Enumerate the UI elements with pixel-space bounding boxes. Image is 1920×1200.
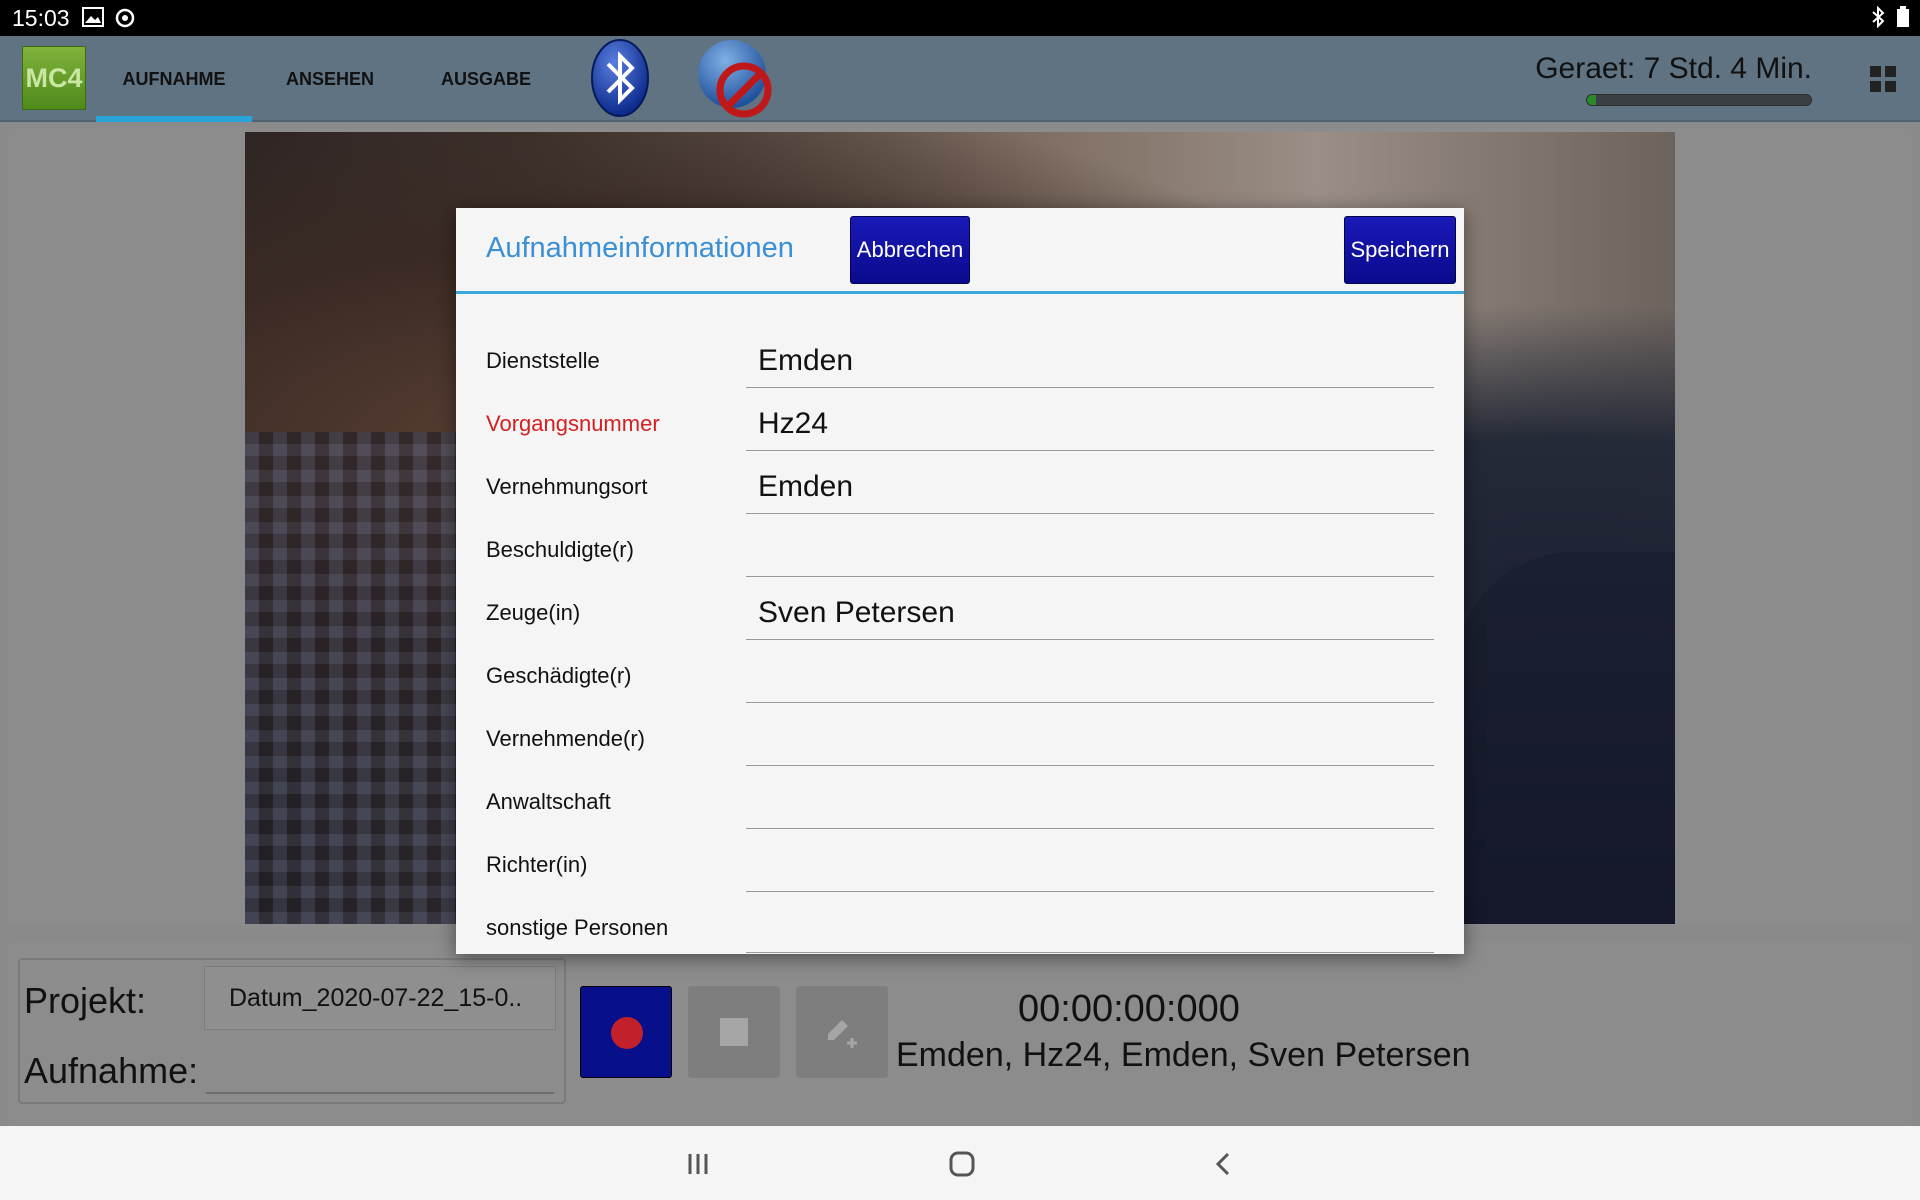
project-label: Projekt: [24, 980, 147, 1021]
edit-add-icon [822, 1012, 862, 1057]
field-row-anwaltschaft: Anwaltschaft [456, 771, 1464, 834]
record-icon [611, 1017, 643, 1049]
vorgangsnummer-input[interactable]: Hz24 [746, 397, 1434, 451]
field-row-sonstige: sonstige Personen [456, 897, 1464, 954]
field-row-zeuge: Zeuge(in) Sven Petersen [456, 582, 1464, 645]
recording-label: Aufnahme: [24, 1050, 199, 1091]
field-label: Vorgangsnummer [486, 411, 660, 436]
tab-aufnahme[interactable]: AUFNAHME [96, 36, 252, 122]
image-icon [82, 7, 104, 27]
field-label: Anwaltschaft [486, 789, 611, 814]
field-label: Vernehmende(r) [486, 726, 645, 751]
field-row-vernehmende: Vernehmende(r) [456, 708, 1464, 771]
app-logo: MC4 [22, 46, 86, 110]
device-progress-bar [1586, 94, 1812, 106]
field-row-richter: Richter(in) [456, 834, 1464, 897]
field-label: Geschädigte(r) [486, 663, 632, 688]
recent-apps-icon[interactable] [676, 1142, 720, 1186]
recording-info-dialog: Aufnahmeinformationen Abbrechen Speicher… [456, 208, 1464, 954]
device-time-remaining: Geraet: 7 Std. 4 Min. [1535, 52, 1812, 85]
device-progress-fill [1587, 95, 1596, 105]
sync-icon [114, 7, 136, 28]
bluetooth-icon [1870, 5, 1886, 33]
status-time: 15:03 [12, 5, 70, 31]
beschuldigte-input[interactable] [746, 523, 1434, 577]
save-button[interactable]: Speichern [1344, 216, 1456, 284]
vernehmende-input[interactable] [746, 712, 1434, 766]
project-value[interactable]: Datum_2020-07-22_15-0.. [204, 966, 556, 1030]
zeuge-input[interactable]: Sven Petersen [746, 586, 1434, 640]
apps-grid-icon[interactable] [1868, 64, 1898, 94]
field-row-geschaedigte: Geschädigte(r) [456, 645, 1464, 708]
status-bar: 15:03 [0, 0, 1920, 36]
field-label: Richter(in) [486, 852, 588, 877]
system-nav-bar [0, 1126, 1920, 1200]
app-bar: MC4 AUFNAHME ANSEHEN AUSGABE Geraet: 7 S… [0, 36, 1920, 122]
field-row-vorgangsnummer: Vorgangsnummer Hz24 [456, 393, 1464, 456]
battery-icon [1896, 6, 1910, 33]
recording-field[interactable] [206, 1044, 554, 1094]
field-row-dienststelle: Dienststelle Emden [456, 330, 1464, 393]
add-marker-button[interactable] [796, 986, 888, 1078]
cancel-button[interactable]: Abbrechen [850, 216, 970, 284]
field-label: sonstige Personen [486, 915, 669, 940]
recording-summary: Emden, Hz24, Emden, Sven Petersen [896, 1036, 1471, 1074]
home-icon[interactable] [940, 1142, 984, 1186]
richter-input[interactable] [746, 838, 1434, 892]
bluetooth-button-icon[interactable] [590, 38, 650, 123]
stop-icon [720, 1018, 748, 1046]
field-label: Dienststelle [486, 348, 600, 373]
stop-button[interactable] [688, 986, 780, 1078]
dialog-header: Aufnahmeinformationen Abbrechen Speicher… [456, 208, 1464, 294]
field-label: Zeuge(in) [486, 600, 581, 625]
tab-ansehen[interactable]: ANSEHEN [270, 36, 390, 122]
field-label: Beschuldigte(r) [486, 537, 634, 562]
vernehmungsort-input[interactable]: Emden [746, 460, 1434, 514]
record-button[interactable] [580, 986, 672, 1078]
geschaedigte-input[interactable] [746, 649, 1434, 703]
sonstige-personen-input[interactable] [746, 901, 1434, 953]
field-label: Vernehmungsort [486, 474, 648, 499]
field-row-vernehmungsort: Vernehmungsort Emden [456, 456, 1464, 519]
camera-scene-arm [1455, 552, 1675, 924]
field-row-beschuldigte: Beschuldigte(r) [456, 519, 1464, 582]
sync-disabled-icon[interactable] [694, 36, 778, 127]
tab-ausgabe[interactable]: AUSGABE [426, 36, 546, 122]
recording-timer: 00:00:00:000 [1018, 988, 1240, 1030]
dialog-title: Aufnahmeinformationen [486, 232, 794, 264]
anwaltschaft-input[interactable] [746, 775, 1434, 829]
dienststelle-input[interactable]: Emden [746, 334, 1434, 388]
back-icon[interactable] [1202, 1142, 1246, 1186]
